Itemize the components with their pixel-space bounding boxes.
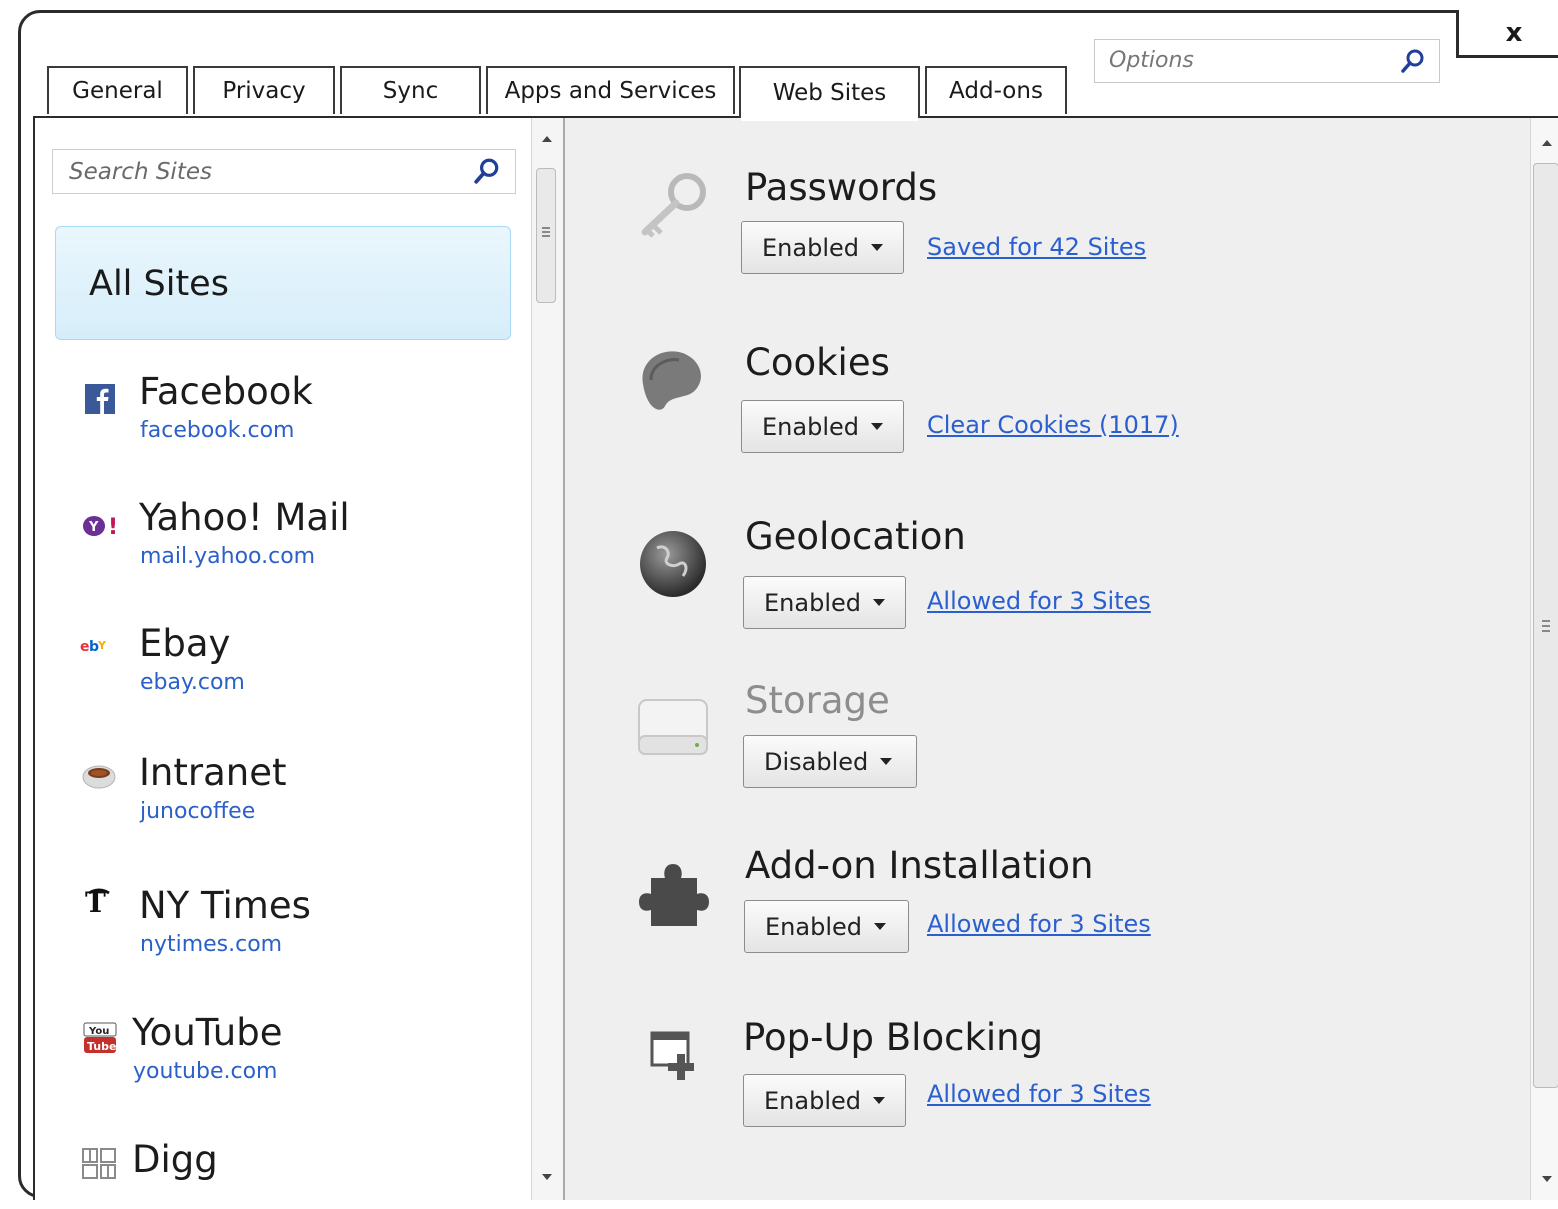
- facebook-icon: [85, 384, 115, 414]
- dropdown-value: Disabled: [764, 747, 869, 776]
- setting-title: Storage: [745, 679, 890, 722]
- dropdown-value: Enabled: [764, 1086, 861, 1115]
- ebay-icon: e b Y: [80, 639, 107, 655]
- grip-line: [542, 235, 550, 237]
- nytimes-icon: T: [85, 886, 110, 919]
- dropdown-value: Enabled: [765, 912, 862, 941]
- pop-up-blocking-state-dropdown[interactable]: Enabled: [743, 1074, 906, 1127]
- svg-text:Tube: Tube: [87, 1040, 116, 1053]
- tab-label: Apps and Services: [504, 78, 717, 104]
- options-search-input[interactable]: Options: [1094, 39, 1440, 83]
- grip-line: [1542, 625, 1550, 627]
- site-url: ebay.com: [140, 670, 245, 695]
- digg-icon: [82, 1148, 116, 1179]
- site-url: nytimes.com: [140, 932, 283, 957]
- dropdown-value: Enabled: [762, 233, 859, 262]
- search-sites-input[interactable]: Search Sites: [52, 149, 516, 194]
- tab-label: Sync: [382, 78, 439, 104]
- content-area: Search Sites All Sites Facebook facebook…: [33, 116, 1558, 1200]
- site-name: NY Times: [139, 884, 311, 927]
- passwords-state-dropdown[interactable]: Enabled: [741, 221, 904, 274]
- site-name: Ebay: [139, 622, 231, 665]
- scroll-down-arrow-icon[interactable]: [1542, 1176, 1552, 1182]
- setting-title: Passwords: [745, 166, 938, 209]
- tab-label: General: [72, 78, 163, 104]
- tab-sync[interactable]: Sync: [340, 66, 481, 114]
- site-list-scrollbar[interactable]: [531, 118, 565, 1200]
- dropdown-value: Enabled: [762, 412, 859, 441]
- add-on-installation-allowed-link[interactable]: Allowed for 3 Sites: [927, 910, 1151, 938]
- svg-text:!: !: [108, 515, 118, 540]
- tab-privacy[interactable]: Privacy: [193, 66, 335, 114]
- setting-title: Add-on Installation: [745, 844, 1094, 887]
- scroll-down-arrow-icon[interactable]: [542, 1174, 552, 1180]
- tab-label: Add-ons: [949, 78, 1043, 104]
- clear-cookies-link[interactable]: Clear Cookies (1017): [927, 411, 1179, 439]
- tab-general[interactable]: General: [47, 66, 188, 114]
- chevron-down-icon: [870, 423, 883, 430]
- yahoo-icon: Y !: [83, 515, 118, 540]
- site-name: Digg: [132, 1138, 218, 1181]
- key-icon: [641, 173, 706, 238]
- puzzle-piece-icon: [639, 864, 709, 926]
- site-settings-pane: Passwords Enabled Saved for 42 Sites Coo…: [565, 118, 1530, 1200]
- setting-title: Geolocation: [745, 515, 966, 558]
- close-button[interactable]: x: [1456, 10, 1558, 58]
- tab-web-sites[interactable]: Web Sites: [739, 66, 920, 121]
- chevron-down-icon: [873, 923, 886, 930]
- geolocation-allowed-link[interactable]: Allowed for 3 Sites: [927, 587, 1151, 615]
- chevron-down-icon: [872, 1097, 885, 1104]
- setting-title: Pop-Up Blocking: [743, 1016, 1044, 1059]
- svg-text:Y: Y: [88, 520, 99, 535]
- storage-state-dropdown[interactable]: Disabled: [743, 735, 917, 788]
- chevron-down-icon: [872, 599, 885, 606]
- grip-line: [542, 227, 550, 229]
- passwords-saved-link[interactable]: Saved for 42 Sites: [927, 233, 1146, 261]
- tab-label: Web Sites: [772, 80, 887, 106]
- search-icon[interactable]: [473, 157, 501, 185]
- options-search-placeholder: Options: [1109, 48, 1194, 73]
- grip-line: [1542, 630, 1550, 632]
- globe-icon: [640, 531, 706, 597]
- site-url: facebook.com: [140, 418, 295, 443]
- svg-text:Y: Y: [97, 639, 107, 652]
- cookie-icon: [642, 351, 701, 410]
- site-name: YouTube: [132, 1011, 283, 1054]
- coffee-cup-icon: [82, 765, 116, 789]
- grip-line: [1542, 620, 1550, 622]
- add-on-installation-state-dropdown[interactable]: Enabled: [744, 900, 909, 953]
- settings-scrollbar[interactable]: [1530, 118, 1558, 1200]
- site-name: Intranet: [139, 751, 287, 794]
- chevron-down-icon: [870, 244, 883, 251]
- search-sites-placeholder: Search Sites: [69, 159, 212, 185]
- all-sites-label: All Sites: [89, 264, 229, 304]
- site-name: Yahoo! Mail: [139, 496, 350, 539]
- hard-drive-icon: [638, 699, 708, 755]
- pop-up-blocking-allowed-link[interactable]: Allowed for 3 Sites: [927, 1080, 1151, 1108]
- site-url: mail.yahoo.com: [140, 544, 316, 569]
- site-name: Facebook: [139, 370, 313, 413]
- scroll-up-arrow-icon[interactable]: [1542, 140, 1552, 146]
- chevron-down-icon: [880, 758, 893, 765]
- site-url: youtube.com: [133, 1059, 278, 1084]
- site-url: junocoffee: [140, 799, 256, 824]
- geolocation-state-dropdown[interactable]: Enabled: [743, 576, 906, 629]
- scroll-thumb[interactable]: [1533, 163, 1558, 1088]
- dropdown-value: Enabled: [764, 588, 861, 617]
- scroll-up-arrow-icon[interactable]: [542, 136, 552, 142]
- svg-text:You: You: [88, 1026, 109, 1037]
- tab-label: Privacy: [222, 78, 306, 104]
- site-list-pane: Search Sites All Sites Facebook facebook…: [35, 118, 531, 1200]
- search-icon[interactable]: [1400, 48, 1426, 74]
- all-sites-item[interactable]: All Sites: [55, 226, 511, 340]
- tab-apps-and-services[interactable]: Apps and Services: [486, 66, 735, 114]
- cookies-state-dropdown[interactable]: Enabled: [741, 400, 904, 453]
- close-icon: x: [1505, 17, 1523, 48]
- tab-add-ons[interactable]: Add-ons: [925, 66, 1067, 114]
- youtube-icon: You Tube: [83, 1022, 117, 1053]
- scroll-thumb[interactable]: [536, 168, 556, 303]
- setting-title: Cookies: [745, 341, 890, 384]
- popup-window-icon: [650, 1031, 694, 1080]
- grip-line: [542, 231, 550, 233]
